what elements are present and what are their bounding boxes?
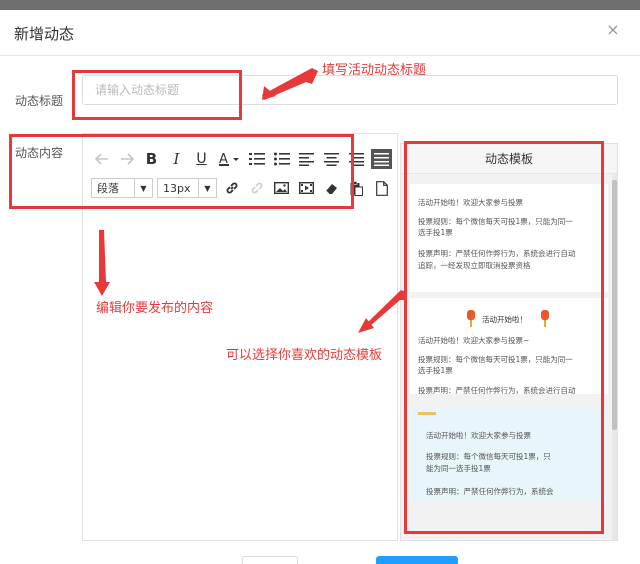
new-doc-icon[interactable] — [371, 178, 392, 198]
close-button[interactable]: × — [603, 20, 623, 40]
annotation-title-hint: 填写活动动态标题 — [322, 63, 427, 78]
confirm-button[interactable] — [376, 556, 458, 564]
backdrop-strip — [0, 0, 640, 10]
template-scrollbar-thumb[interactable] — [612, 180, 617, 430]
title-label: 动态标题 — [15, 94, 64, 108]
dialog-header: 新增动态 × — [0, 10, 640, 56]
title-highlight-box — [72, 70, 242, 120]
align-justify-icon[interactable] — [371, 149, 392, 169]
template-scrollbar[interactable] — [612, 174, 617, 540]
dialog-title: 新增动态 — [14, 25, 75, 43]
cancel-button[interactable] — [242, 556, 298, 564]
annotation-template-hint: 可以选择你喜欢的动态模板 — [226, 348, 383, 363]
annotation-content-hint: 编辑你要发布的内容 — [96, 301, 214, 316]
template-highlight-box — [404, 141, 604, 534]
toolbar-highlight-box — [9, 134, 354, 209]
